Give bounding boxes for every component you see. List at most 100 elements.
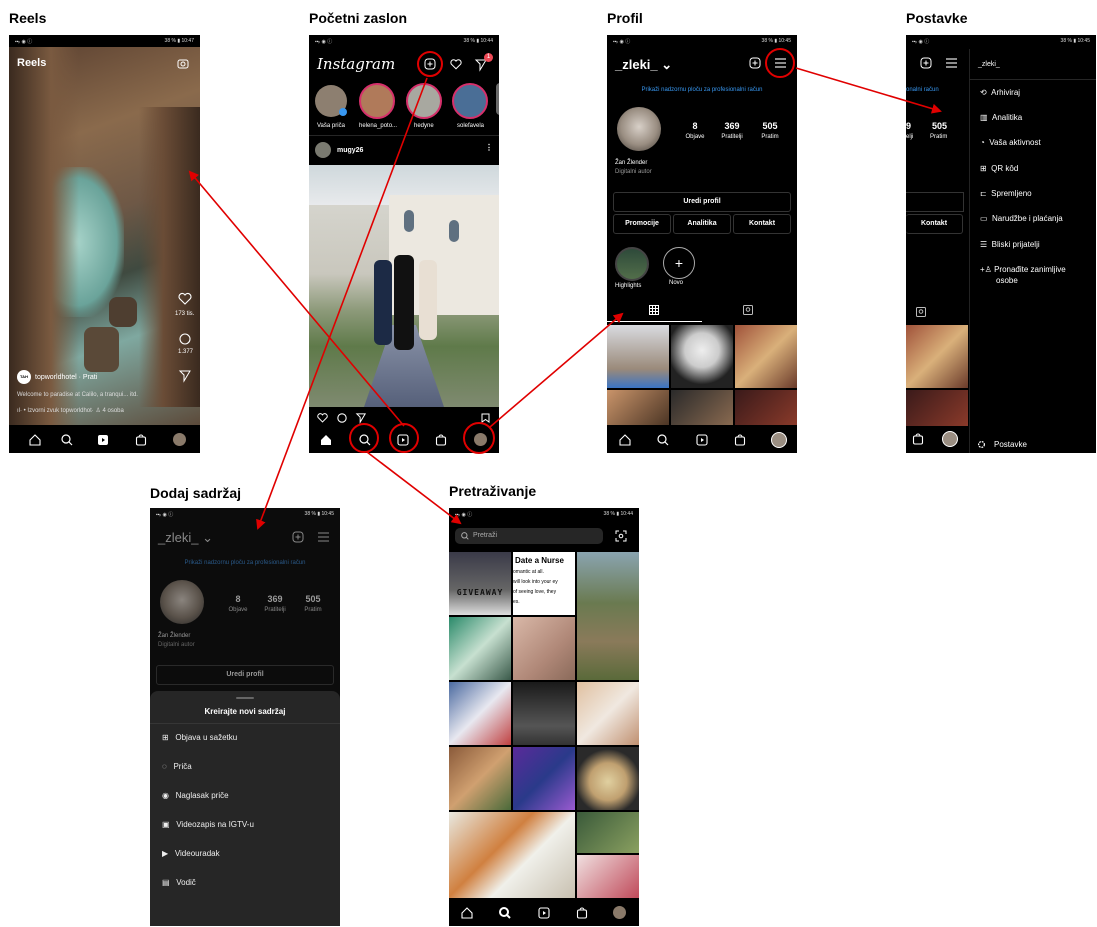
sheet-handle[interactable] [236, 697, 254, 699]
menu-analytics[interactable]: ▥ Analitika [980, 113, 1022, 122]
contact-button[interactable]: Kontakt [733, 214, 791, 234]
stat-following-label[interactable]: Pratim [750, 134, 790, 140]
explore-tile[interactable] [577, 812, 639, 853]
tagged-icon[interactable] [743, 305, 753, 315]
explore-tile[interactable] [513, 747, 575, 810]
option-story-highlight[interactable]: ◉ Naglasak priče [162, 791, 229, 800]
menu-discover-people[interactable]: +♙ Pronađite zanimljive [980, 265, 1066, 274]
option-igtv-video[interactable]: ▣ Videozapis na IGTV-u [162, 820, 254, 829]
menu-activity[interactable]: ◔ Vaša aktivnost [980, 138, 1041, 147]
grid-photo[interactable] [906, 390, 968, 426]
add-post-icon[interactable] [292, 531, 304, 543]
add-post-icon[interactable] [920, 57, 932, 69]
explore-tile[interactable] [577, 855, 639, 898]
search-icon[interactable] [61, 434, 73, 446]
grid-photo[interactable] [735, 390, 797, 426]
comment-icon[interactable] [179, 333, 191, 345]
stat-following-value[interactable]: 505 [755, 121, 785, 131]
option-feed-post[interactable]: ⊞ Objava u sažetku [162, 733, 237, 742]
story-item[interactable] [496, 83, 499, 115]
search-icon[interactable] [499, 907, 511, 919]
explore-tile[interactable] [513, 682, 575, 745]
shop-icon[interactable] [734, 434, 746, 446]
menu-close-friends[interactable]: ☰ Bliski prijatelji [980, 240, 1040, 249]
settings-link[interactable]: Postavke [994, 440, 1027, 449]
post-image[interactable] [309, 165, 499, 407]
profile-avatar-icon[interactable] [613, 906, 626, 919]
highlight-item[interactable] [615, 247, 649, 281]
menu-icon[interactable] [775, 58, 786, 68]
post-username[interactable]: mugy26 [337, 147, 363, 154]
menu-archive[interactable]: ⟲ Arhiviraj [980, 88, 1020, 97]
reels-icon[interactable] [696, 434, 708, 446]
explore-tile[interactable] [577, 682, 639, 745]
option-reel[interactable]: ▶ Videouradak [162, 849, 220, 858]
grid-photo[interactable] [671, 390, 733, 426]
menu-qr-code[interactable]: ⊞ QR kôd [980, 164, 1018, 173]
tagged-icon[interactable] [916, 307, 926, 317]
menu-saved[interactable]: ⊏ Spremljeno [980, 189, 1032, 198]
grid-photo[interactable] [906, 325, 968, 388]
reels-icon[interactable] [97, 434, 109, 446]
profile-username[interactable]: _zleki_ ⌄ [615, 57, 672, 73]
scan-icon[interactable] [615, 530, 627, 542]
add-post-icon[interactable] [749, 57, 761, 69]
grid-photo[interactable] [607, 325, 669, 388]
shop-icon[interactable] [435, 434, 447, 446]
story-item[interactable] [359, 83, 395, 119]
option-guide[interactable]: ▤ Vodič [162, 878, 196, 887]
grid-photo[interactable] [735, 325, 797, 388]
home-icon[interactable] [320, 434, 332, 446]
explore-tile[interactable]: Date a Nurse omantic at all. will look i… [513, 552, 575, 615]
shop-icon[interactable] [912, 433, 924, 445]
shop-icon[interactable] [135, 434, 147, 446]
search-input[interactable]: Pretraži [455, 528, 603, 544]
story-item[interactable] [406, 83, 442, 119]
home-icon[interactable] [619, 434, 631, 446]
share-icon[interactable] [355, 413, 367, 424]
reel-account[interactable]: topworldhotel · Prati [35, 374, 97, 381]
profile-avatar-icon[interactable] [474, 433, 487, 446]
menu-icon[interactable] [946, 58, 957, 68]
option-story[interactable]: ◌ Priča [162, 762, 192, 771]
promotions-button[interactable]: Promocije [613, 214, 671, 234]
profile-username[interactable]: _zleki_ ⌄ [158, 530, 213, 546]
pro-dashboard-link[interactable]: onalni račun [906, 87, 939, 93]
explore-tile-large[interactable] [449, 812, 575, 898]
profile-avatar-icon[interactable] [942, 431, 958, 447]
profile-photo[interactable] [617, 107, 661, 151]
home-icon[interactable] [461, 907, 473, 919]
avatar[interactable] [315, 142, 331, 158]
add-story-icon[interactable] [339, 108, 347, 116]
profile-avatar-icon[interactable] [173, 433, 186, 446]
contact-button[interactable]: Kontakt [906, 214, 963, 234]
shop-icon[interactable] [576, 907, 588, 919]
pro-dashboard-link[interactable]: Prikaži nadzornu ploču za profesionalni … [607, 87, 797, 93]
stat-followers-value[interactable]: 369 [717, 121, 747, 131]
grid-photo[interactable] [671, 325, 733, 388]
search-icon[interactable] [359, 434, 371, 446]
explore-tile[interactable] [577, 747, 639, 810]
new-highlight-button[interactable]: + [663, 247, 695, 279]
story-item[interactable] [452, 83, 488, 119]
edit-profile-button[interactable]: Uredi profil [156, 665, 334, 685]
explore-tile[interactable] [513, 617, 575, 680]
like-icon[interactable] [317, 413, 328, 423]
more-icon[interactable]: ⋮ [485, 143, 493, 152]
grid-photo[interactable] [607, 390, 669, 426]
avatar[interactable]: TAH [17, 370, 31, 384]
menu-orders[interactable]: ▭ Narudžbe i plaćanja [980, 214, 1063, 223]
explore-tile[interactable] [449, 617, 511, 680]
search-icon[interactable] [657, 434, 669, 446]
stat-followers-label[interactable]: Pratitelji [712, 134, 752, 140]
heart-icon[interactable] [450, 59, 462, 70]
reel-audio[interactable]: ıl· • Izvorni zvuk topworldhot· ♙ 4 osob… [17, 407, 124, 414]
pro-dashboard-link[interactable]: Prikaži nadzornu ploču za profesionalni … [150, 560, 340, 566]
explore-tile[interactable] [449, 682, 511, 745]
edit-profile-button[interactable]: Uredi profil [613, 192, 791, 212]
reels-icon[interactable] [538, 907, 550, 919]
explore-tile[interactable] [449, 747, 511, 810]
save-icon[interactable] [481, 413, 490, 423]
heart-icon[interactable] [178, 292, 192, 305]
settings-gear-icon[interactable] [977, 440, 986, 451]
